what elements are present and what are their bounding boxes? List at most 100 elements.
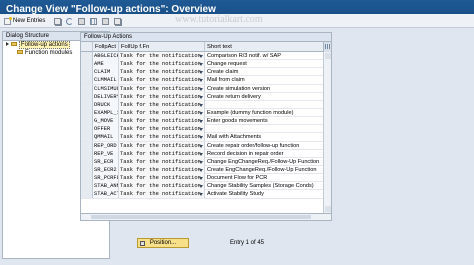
row-selector[interactable] [81, 190, 93, 199]
table-row[interactable]: CLMMAIL Task for the notification Mail fro… [81, 76, 331, 85]
deselect-all-button[interactable] [102, 16, 109, 26]
short-text-cell[interactable] [205, 101, 323, 109]
select-all-button[interactable] [78, 16, 85, 26]
dropdown-arrow-icon[interactable] [199, 128, 203, 132]
copy-as-button[interactable] [54, 16, 61, 26]
dropdown-arrow-icon[interactable] [199, 120, 203, 124]
follup-fn-cell[interactable]: Task for the notification [119, 165, 205, 174]
follup-fn-cell[interactable]: Task for the notification [119, 84, 205, 93]
table-row[interactable]: SR_ECR2 Task for the notification Create E… [81, 165, 331, 175]
follp-act-cell[interactable]: STAB_ACT [93, 190, 119, 199]
short-text-cell[interactable]: Document Flow for PCR [205, 174, 323, 182]
follp-act-cell[interactable]: CLMMAIL [93, 76, 119, 85]
table-row[interactable]: REP_VE Task for the notification Record de… [81, 149, 331, 158]
follup-fn-cell[interactable]: Task for the notification [119, 157, 205, 166]
position-button[interactable]: Position... [137, 238, 189, 248]
dropdown-arrow-icon[interactable] [199, 177, 203, 181]
row-selector[interactable] [81, 182, 93, 191]
row-selector[interactable] [81, 174, 93, 183]
follup-fn-cell[interactable]: Task for the notification [119, 133, 205, 142]
short-text-cell[interactable]: Change request [205, 60, 323, 68]
follp-act-cell[interactable]: QMMAIL [93, 133, 119, 142]
follp-act-cell[interactable]: CLMSIMUL [93, 84, 119, 93]
row-selector[interactable] [81, 149, 93, 158]
row-selector[interactable] [81, 165, 93, 174]
column-header-follup-fn[interactable]: FollUp f.Fn [119, 42, 205, 52]
row-selector[interactable] [81, 76, 93, 85]
horizontal-scrollbar[interactable] [80, 214, 332, 221]
short-text-cell[interactable]: Record decision in repair order [205, 150, 323, 158]
dropdown-arrow-icon[interactable] [199, 144, 203, 148]
table-row[interactable]: STAB_ACT Task for the notification Activat… [81, 190, 331, 199]
follup-fn-cell[interactable]: Task for the notification [119, 125, 205, 134]
dropdown-arrow-icon[interactable] [199, 63, 203, 67]
short-text-cell[interactable]: Example (dummy function module) [205, 109, 323, 117]
table-row[interactable]: SR_PCRFL Task for the notification Documen… [81, 174, 331, 183]
short-text-cell[interactable]: Enter goods movements [205, 117, 323, 125]
follup-fn-cell[interactable]: Task for the notification [119, 141, 205, 150]
row-selector[interactable] [81, 52, 93, 60]
dropdown-arrow-icon[interactable] [199, 87, 203, 91]
follp-act-cell[interactable]: G_MOVE [93, 117, 119, 126]
row-selector[interactable] [81, 84, 93, 93]
table-row[interactable]: STAB_ANN Task for the notification Change … [81, 182, 331, 191]
table-row[interactable]: SR_ECR Task for the notification Change En… [81, 157, 331, 166]
row-selector[interactable] [81, 157, 93, 166]
dropdown-arrow-icon[interactable] [199, 103, 203, 107]
delete-button[interactable] [66, 16, 73, 26]
follp-act-cell[interactable]: ABGLEICH [93, 52, 119, 60]
follp-act-cell[interactable]: REP_ORD [93, 141, 119, 150]
table-row[interactable]: CLMSIMUL Task for the notification Create … [81, 84, 331, 93]
short-text-cell[interactable]: Comparison R/3 notif. w/ SAP [205, 52, 323, 60]
follup-fn-cell[interactable]: Task for the notification [119, 76, 205, 85]
dropdown-arrow-icon[interactable] [199, 168, 203, 172]
short-text-cell[interactable]: Create return delivery [205, 93, 323, 101]
follp-act-cell[interactable]: REP_VE [93, 149, 119, 158]
expand-arrow-icon[interactable] [6, 42, 9, 47]
row-selector[interactable] [81, 141, 93, 150]
follp-act-cell[interactable]: EXAMPL_1 [93, 108, 119, 117]
short-text-cell[interactable]: Mail with Attachments [205, 133, 323, 141]
row-selector[interactable] [81, 108, 93, 117]
select-block-button[interactable] [90, 16, 97, 26]
short-text-cell[interactable]: Change Stability Samples (Storage Conds) [205, 182, 323, 190]
follup-fn-cell[interactable]: Task for the notification [119, 149, 205, 158]
table-row[interactable]: AME Task for the notification Change reque… [81, 60, 331, 69]
dropdown-arrow-icon[interactable] [199, 160, 203, 164]
short-text-cell[interactable]: Activate Stability Study [205, 190, 323, 198]
dropdown-arrow-icon[interactable] [199, 71, 203, 75]
dropdown-arrow-icon[interactable] [199, 185, 203, 189]
follup-fn-cell[interactable]: Task for the notification [119, 100, 205, 109]
short-text-cell[interactable]: Change EngChangeReq./Follow-Up Function [205, 158, 323, 166]
follup-fn-cell[interactable]: Task for the notification [119, 182, 205, 191]
dropdown-arrow-icon[interactable] [199, 79, 203, 83]
row-selector[interactable] [81, 133, 93, 142]
select-all-rows-cell[interactable] [81, 42, 93, 52]
follp-act-cell[interactable]: CLAIM [93, 68, 119, 77]
follup-fn-cell[interactable]: Task for the notification [119, 60, 205, 69]
follp-act-cell[interactable]: DELIVERY [93, 92, 119, 101]
follp-act-cell[interactable]: SR_ECR [93, 157, 119, 166]
follup-fn-cell[interactable]: Task for the notification [119, 190, 205, 199]
scroll-down-icon[interactable] [325, 206, 331, 212]
row-selector[interactable] [81, 125, 93, 134]
dropdown-arrow-icon[interactable] [199, 193, 203, 197]
follp-act-cell[interactable]: AME [93, 60, 119, 69]
dropdown-arrow-icon[interactable] [199, 152, 203, 156]
short-text-cell[interactable]: Create simulation version [205, 85, 323, 93]
follup-fn-cell[interactable]: Task for the notification [119, 92, 205, 101]
dropdown-arrow-icon[interactable] [199, 95, 203, 99]
short-text-cell[interactable] [205, 125, 323, 133]
follp-act-cell[interactable]: DRUCK [93, 100, 119, 109]
row-selector[interactable] [81, 92, 93, 101]
column-header-follpact[interactable]: FollpAct [93, 42, 119, 52]
dropdown-arrow-icon[interactable] [199, 136, 203, 140]
table-row[interactable]: EXAMPL_1 Task for the notification Example… [81, 108, 331, 118]
column-header-short-text[interactable]: Short text [205, 42, 323, 52]
dropdown-arrow-icon[interactable] [199, 111, 203, 115]
vertical-scrollbar[interactable] [323, 52, 331, 213]
table-row[interactable]: ABGLEICH Task for the notification Compari… [81, 52, 331, 61]
config-button[interactable] [114, 16, 121, 26]
follp-act-cell[interactable]: OFFER [93, 125, 119, 134]
table-row[interactable]: OFFER Task for the notification [81, 125, 331, 134]
